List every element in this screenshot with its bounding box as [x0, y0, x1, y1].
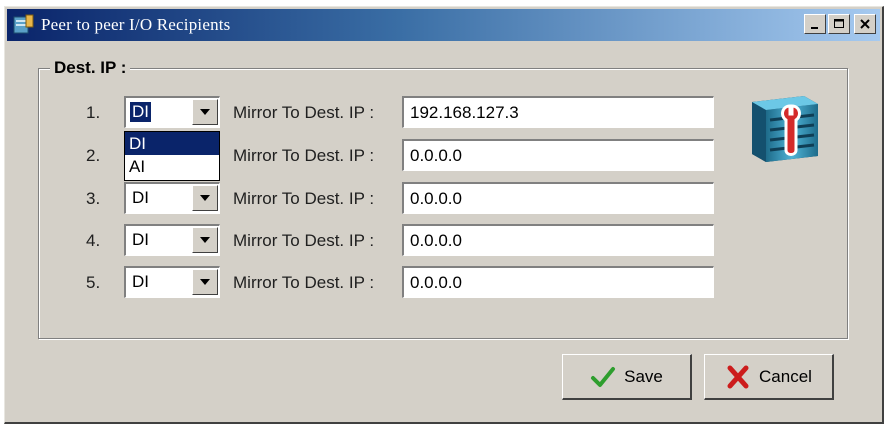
- row-number: 2.: [86, 146, 101, 165]
- ip-value: 0.0.0.0: [410, 189, 462, 208]
- group-label: Dest. IP :: [50, 58, 131, 78]
- dropdown-option-ai[interactable]: AI: [125, 155, 219, 178]
- mirror-label: Mirror To Dest. IP :: [233, 146, 375, 165]
- chevron-down-icon: [200, 195, 210, 201]
- maximize-button[interactable]: [828, 14, 850, 34]
- row-number: 3.: [86, 189, 101, 208]
- dropdown-button[interactable]: [192, 185, 218, 211]
- io-type-select-3[interactable]: DI: [124, 182, 220, 214]
- combo-value: DI: [132, 188, 149, 207]
- maximize-icon: [834, 19, 844, 28]
- cancel-button[interactable]: Cancel: [704, 354, 834, 400]
- combo-value: DI: [130, 102, 151, 122]
- minimize-icon: [811, 27, 818, 29]
- ip-value: 0.0.0.0: [410, 273, 462, 292]
- checkmark-icon: [591, 366, 616, 387]
- mirror-label: Mirror To Dest. IP :: [233, 273, 375, 292]
- dropdown-option-di[interactable]: DI: [125, 132, 219, 155]
- save-button[interactable]: Save: [562, 354, 692, 400]
- dest-ip-input-1[interactable]: 192.168.127.3: [402, 96, 714, 128]
- combo-value: DI: [132, 230, 149, 249]
- window-controls: [804, 14, 876, 34]
- combo-value: DI: [132, 272, 149, 291]
- mirror-label: Mirror To Dest. IP :: [233, 103, 375, 122]
- title-bar[interactable]: Peer to peer I/O Recipients: [7, 9, 880, 41]
- ip-value: 192.168.127.3: [410, 103, 519, 122]
- save-label: Save: [624, 366, 663, 386]
- chevron-down-icon: [200, 109, 210, 115]
- app-icon: [13, 14, 34, 34]
- dest-ip-input-2[interactable]: 0.0.0.0: [402, 139, 714, 171]
- row-number: 1.: [86, 103, 101, 122]
- server-wrench-icon: [752, 96, 818, 162]
- mirror-label: Mirror To Dest. IP :: [233, 231, 375, 250]
- dest-ip-input-3[interactable]: 0.0.0.0: [402, 182, 714, 214]
- close-button[interactable]: [854, 14, 876, 34]
- ip-value: 0.0.0.0: [410, 231, 462, 250]
- chevron-down-icon: [200, 237, 210, 243]
- dropdown-button[interactable]: [192, 227, 218, 253]
- ip-value: 0.0.0.0: [410, 146, 462, 165]
- row-number: 4.: [86, 231, 101, 250]
- io-type-select-1[interactable]: DI: [124, 96, 220, 128]
- mirror-label: Mirror To Dest. IP :: [233, 189, 375, 208]
- recipient-row-3: 3. DI Mirror To Dest. IP : 0.0.0.0: [0, 182, 889, 216]
- dropdown-button[interactable]: [192, 269, 218, 295]
- dest-ip-input-4[interactable]: 0.0.0.0: [402, 224, 714, 256]
- recipient-row-5: 5. DI Mirror To Dest. IP : 0.0.0.0: [0, 266, 889, 300]
- io-type-select-4[interactable]: DI: [124, 224, 220, 256]
- recipient-row-4: 4. DI Mirror To Dest. IP : 0.0.0.0: [0, 224, 889, 258]
- io-type-dropdown-list: DI AI: [124, 131, 220, 181]
- close-icon: [860, 19, 870, 29]
- io-type-select-5[interactable]: DI: [124, 266, 220, 298]
- row-number: 5.: [86, 273, 101, 292]
- x-mark-icon: [727, 365, 749, 388]
- chevron-down-icon: [200, 279, 210, 285]
- window-title: Peer to peer I/O Recipients: [41, 15, 231, 34]
- minimize-button[interactable]: [804, 14, 826, 34]
- dropdown-button[interactable]: [192, 99, 218, 125]
- dest-ip-input-5[interactable]: 0.0.0.0: [402, 266, 714, 298]
- cancel-label: Cancel: [759, 366, 812, 386]
